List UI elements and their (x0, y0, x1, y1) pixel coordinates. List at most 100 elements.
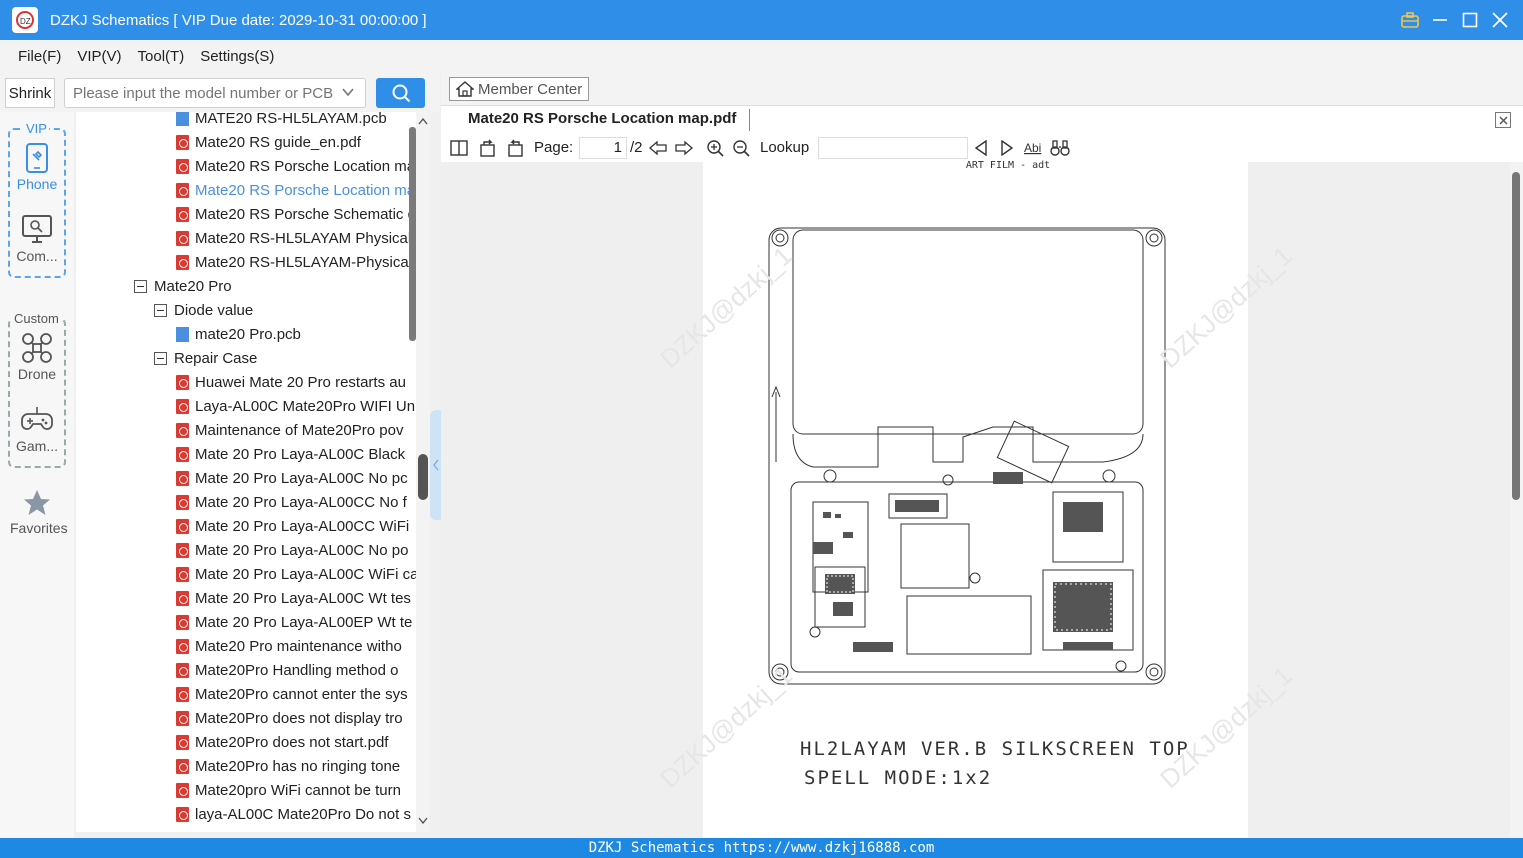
file-tree: MATE20 RS-HL5LAYAM.pcb Mate20 RS guide_en… (76, 112, 416, 832)
nav-drone[interactable]: Drone (10, 332, 64, 382)
tree-file[interactable]: Mate 20 Pro Laya-AL00CC WiFi (176, 514, 409, 538)
tree-file[interactable]: Mate20pro WiFi cannot be turn (176, 778, 401, 802)
tree-file[interactable]: Huawei Mate 20 Pro restarts au (176, 370, 406, 394)
tree-file[interactable]: Mate 20 Pro Laya-AL00C Wt tes (176, 586, 411, 610)
tree-file[interactable]: Mate20 RS guide_en.pdf (176, 130, 361, 154)
tree-item-label: Mate20 RS guide_en.pdf (195, 133, 361, 151)
search-button[interactable] (376, 78, 425, 108)
sidebar-toggle-icon[interactable] (449, 138, 469, 158)
tree-item-label: Mate 20 Pro Laya-AL00C Wt tes (195, 589, 411, 607)
minimize-button[interactable] (1431, 11, 1449, 29)
tree-folder[interactable]: Mate20 Pro (134, 274, 232, 298)
tree-folder[interactable]: Repair Case (154, 346, 257, 370)
tree-file[interactable]: Mate 20 Pro Laya-AL00CC No f (176, 490, 407, 514)
category-sidebar: VIP Phone Com... Custom Drone Gam... Fav… (0, 112, 74, 838)
nav-game[interactable]: Gam... (10, 404, 64, 454)
nav-favorites[interactable]: Favorites (10, 488, 68, 536)
scroll-up-icon[interactable] (416, 114, 430, 128)
binoculars-icon[interactable] (1050, 138, 1070, 158)
tree-file[interactable]: Mate20Pro does not start.pdf (176, 730, 388, 754)
rotate-ccw-icon[interactable] (505, 138, 525, 158)
tree-file[interactable]: Mate20 RS-HL5LAYAM-Physical (176, 250, 412, 274)
zoom-in-icon[interactable] (705, 138, 725, 158)
tree-item-label: Diode value (174, 301, 254, 319)
scroll-down-icon[interactable] (416, 814, 430, 828)
pdf-file-icon (176, 590, 189, 606)
svg-text:Abi: Abi (1024, 141, 1041, 155)
tab-document[interactable]: Mate20 RS Porsche Location map.pdf (468, 110, 736, 127)
rotate-cw-icon[interactable] (478, 138, 498, 158)
tree-file[interactable]: Mate 20 Pro Laya-AL00EP Wt te (176, 610, 412, 634)
tree-file[interactable]: Mate20Pro Handling method o (176, 658, 398, 682)
tree-item-label: MATE20 RS-HL5LAYAM.pcb (195, 112, 387, 127)
custom-group: Custom Drone Gam... (8, 311, 66, 468)
gamepad-icon (21, 407, 53, 430)
pcb-file-icon (176, 326, 189, 342)
left-toolbar: Shrink (0, 72, 440, 112)
collapse-icon[interactable] (134, 279, 147, 293)
tree-file[interactable]: Mate 20 Pro Laya-AL00C Black (176, 442, 405, 466)
lookup-input[interactable] (818, 137, 968, 159)
viewer-scroll-thumb[interactable] (1512, 172, 1520, 500)
shrink-button[interactable]: Shrink (5, 78, 55, 108)
tree-item-label: mate20 Pro.pcb (195, 325, 301, 343)
tree-file[interactable]: MATE20 RS-HL5LAYAM.pcb (176, 112, 387, 130)
close-button[interactable] (1491, 11, 1509, 29)
tree-file[interactable]: mate20 Pro.pcb (176, 322, 301, 346)
panel-splitter[interactable] (418, 454, 428, 500)
pdf-file-icon (176, 230, 189, 246)
close-tab-icon[interactable] (1495, 112, 1511, 128)
doc-caption-line2: SPELL MODE:1x2 (804, 767, 993, 789)
zoom-out-icon[interactable] (731, 138, 751, 158)
menu-vip[interactable]: VIP(V) (77, 48, 121, 65)
tree-file[interactable]: Mate20 RS-HL5LAYAM Physical (176, 226, 411, 250)
pdf-page[interactable]: ART FILM - adt HL2LAYAM VER.B SILKSCREEN… (654, 160, 1298, 838)
tree-file[interactable]: Mate20 Pro maintenance witho (176, 634, 402, 658)
vip-group-label: VIP (24, 121, 49, 136)
find-next-icon[interactable] (997, 138, 1017, 158)
chevron-down-icon[interactable] (341, 85, 355, 102)
tree-file[interactable]: Mate20Pro does not display tro (176, 706, 403, 730)
find-prev-icon[interactable] (971, 138, 991, 158)
pdf-file-icon (176, 566, 189, 582)
search-input[interactable] (65, 79, 335, 107)
tree-scroll-thumb[interactable] (409, 127, 416, 341)
pdf-file-icon (176, 494, 189, 510)
pdf-file-icon (176, 758, 189, 774)
tree-file[interactable]: Mate 20 Pro Laya-AL00C No pc (176, 466, 408, 490)
member-center-button[interactable]: Member Center (449, 77, 590, 101)
briefcase-icon[interactable] (1401, 11, 1419, 29)
collapse-icon[interactable] (154, 303, 167, 317)
tree-folder[interactable]: Diode value (154, 298, 253, 322)
maximize-button[interactable] (1461, 11, 1479, 29)
vip-group: VIP Phone Com... (8, 121, 66, 278)
tree-file[interactable]: Mate20 RS Porsche Schematic d (176, 202, 416, 226)
menu-file[interactable]: File(F) (18, 48, 61, 65)
document-viewer[interactable]: ART FILM - adt HL2LAYAM VER.B SILKSCREEN… (441, 160, 1510, 838)
page-number-input[interactable]: 1 (579, 137, 627, 159)
tree-item-label: Mate20Pro does not start.pdf (195, 733, 389, 751)
collapse-icon[interactable] (154, 351, 167, 365)
pcb-silkscreen-drawing (768, 227, 1166, 685)
nav-computer[interactable]: Com... (10, 214, 64, 264)
tree-file[interactable]: Laya-AL00C Mate20Pro WIFI Un (176, 394, 415, 418)
tree-file[interactable]: Mate 20 Pro Laya-AL00C No po (176, 538, 408, 562)
tree-file[interactable]: Maintenance of Mate20Pro pov (176, 418, 403, 442)
menu-settings[interactable]: Settings(S) (200, 48, 274, 65)
tree-file[interactable]: laya-AL00C Mate20Pro Do not s (176, 802, 411, 826)
match-case-icon[interactable]: Abi (1023, 138, 1047, 158)
next-page-icon[interactable] (674, 138, 694, 158)
tree-file[interactable]: Mate20Pro cannot enter the sys (176, 682, 408, 706)
lookup-label: Lookup (760, 139, 810, 156)
menu-tool[interactable]: Tool(T) (138, 48, 185, 65)
pdf-file-icon (176, 614, 189, 630)
pdf-file-icon (176, 422, 189, 438)
tree-file[interactable]: Mate20 RS Porsche Location ma (176, 178, 415, 202)
tree-file[interactable]: Mate20Pro has no ringing tone (176, 754, 400, 778)
pdf-file-icon (176, 254, 189, 270)
prev-page-icon[interactable] (648, 138, 668, 158)
tree-file[interactable]: Mate20 RS Porsche Location ma (176, 154, 415, 178)
nav-phone[interactable]: Phone (10, 142, 64, 192)
tree-file[interactable]: Mate 20 Pro Laya-AL00C WiFi ca (176, 562, 416, 586)
custom-group-label: Custom (12, 311, 61, 326)
